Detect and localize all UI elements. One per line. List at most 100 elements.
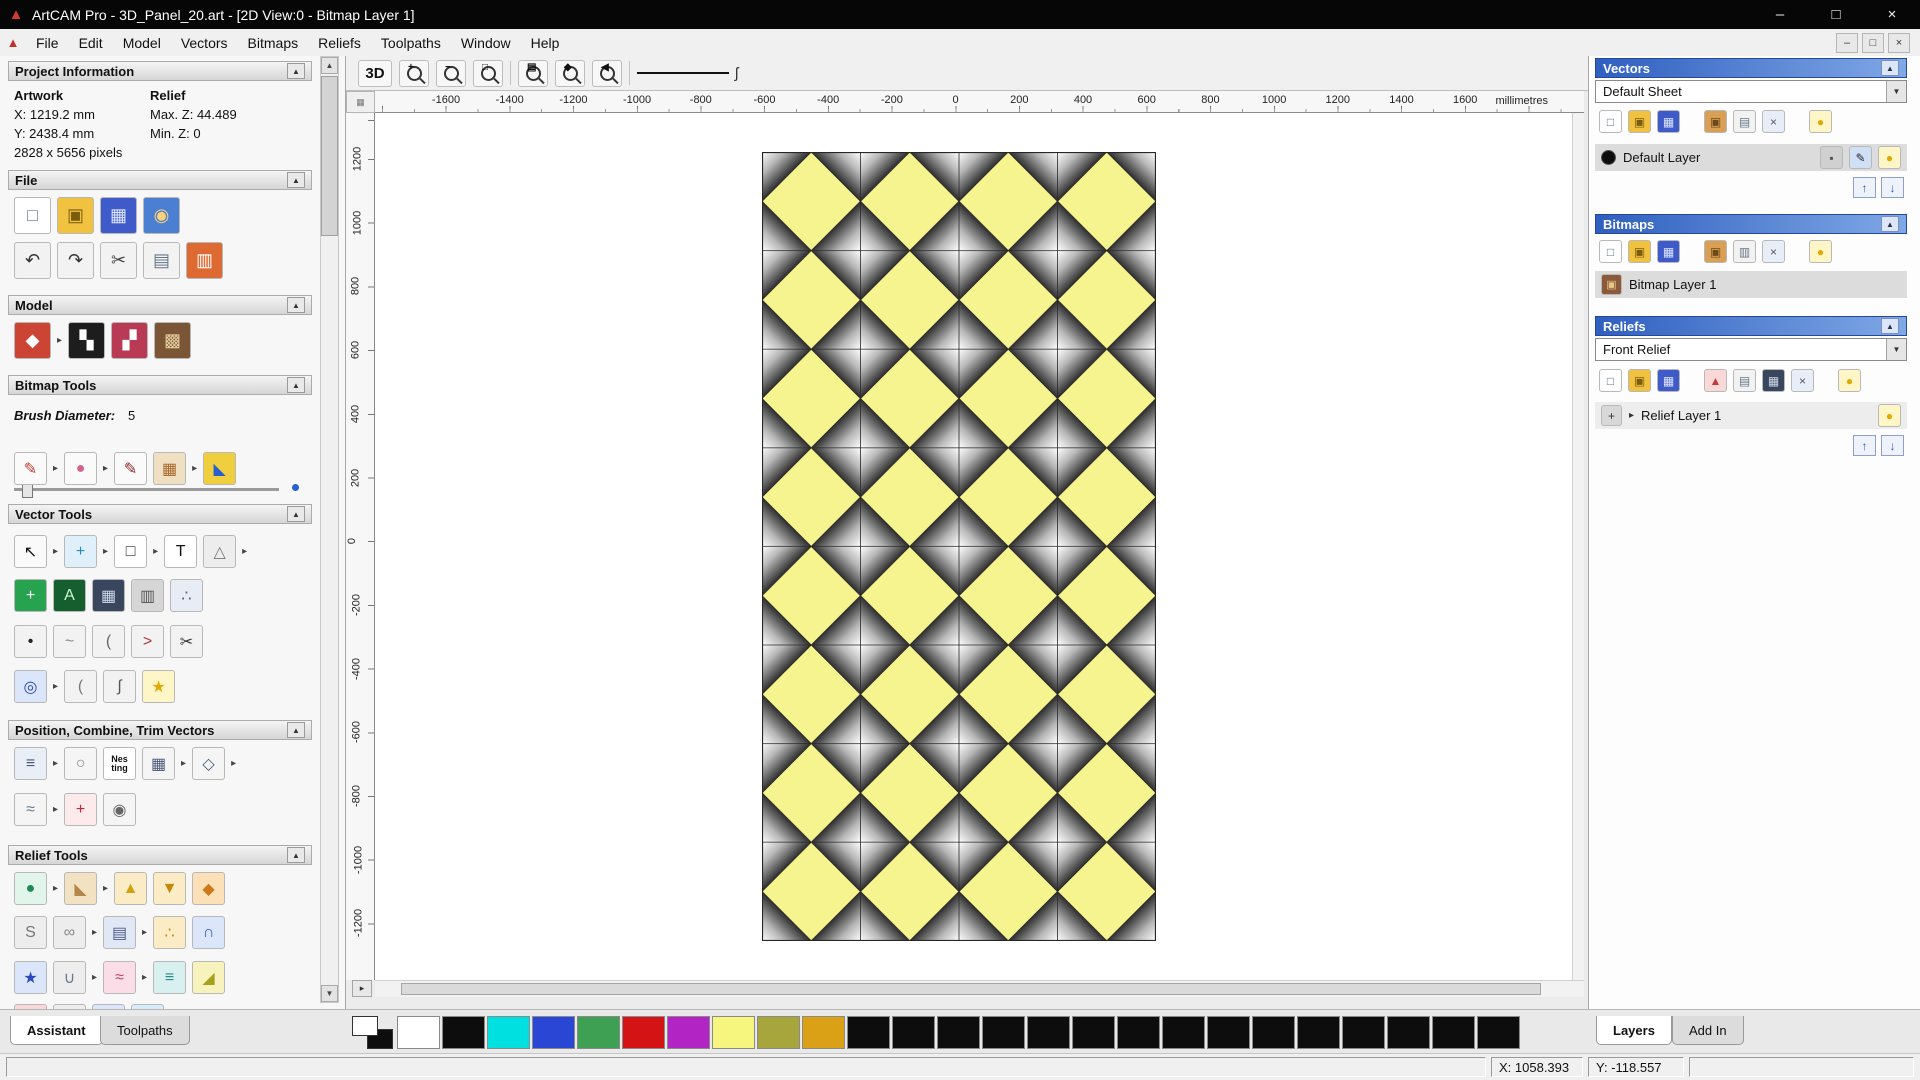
zoom-out-button[interactable]: − [436, 59, 466, 87]
collapse-button[interactable]: ▲ [287, 847, 305, 863]
fit-arc-icon[interactable]: ( [92, 625, 125, 658]
collapse-button[interactable]: ▲ [287, 297, 305, 313]
child-minimize-button[interactable]: – [1836, 32, 1858, 53]
zoom-page-button[interactable]: ▤ [518, 59, 548, 87]
scroll-up-button[interactable]: ▲ [321, 57, 338, 74]
toggle-all-bitmaps-icon[interactable]: ● [1809, 240, 1832, 263]
bitmap-layer-row[interactable]: ▣ Bitmap Layer 1 [1595, 271, 1907, 298]
colour-swatch-14[interactable] [982, 1015, 1025, 1049]
flyout-arrow-icon[interactable]: ▸ [153, 546, 158, 557]
create-section-icon[interactable]: ∫ [103, 670, 137, 703]
block-copy-icon[interactable]: ▦ [142, 747, 176, 780]
zoom-previous-button[interactable]: ◀ [592, 59, 622, 87]
node-editing-icon[interactable]: • [14, 625, 47, 658]
guidelines-icon[interactable]: ▥ [131, 579, 164, 612]
open-vectors-icon[interactable]: ▣ [1628, 110, 1651, 133]
copy-rotate-icon[interactable]: ◇ [192, 747, 226, 780]
flyout-arrow-icon[interactable]: ▸ [53, 463, 58, 474]
layer-visibility-icon[interactable]: ● [1878, 146, 1901, 169]
canvas-2d-view[interactable] [375, 113, 1572, 980]
relief-layer-row[interactable]: + ▸ Relief Layer 1 ● [1595, 402, 1907, 429]
model-preview-icon[interactable]: ◉ [143, 197, 180, 234]
maximize-button[interactable]: □ [1808, 0, 1864, 29]
merge-bitmap-icon[interactable]: ▥ [1733, 240, 1756, 263]
two-rail-sweep-icon[interactable]: ≈ [103, 961, 137, 994]
texture-relief-icon[interactable]: ∴ [153, 916, 187, 949]
flyout-arrow-icon[interactable]: ▸ [231, 758, 236, 769]
paste-along-curve-icon[interactable]: ∴ [170, 579, 203, 612]
smooth-relief-icon[interactable]: ◣ [64, 872, 98, 905]
sculpt-icon[interactable]: S [14, 916, 47, 949]
flyout-arrow-icon[interactable]: ▸ [142, 972, 147, 983]
measure-tool-icon[interactable]: △ [203, 535, 237, 568]
colour-swatch-16[interactable] [1072, 1015, 1115, 1049]
child-restore-button[interactable]: □ [1862, 32, 1884, 53]
flyout-arrow-icon[interactable]: ▸ [192, 463, 197, 474]
layer-colour-swatch[interactable] [1601, 150, 1616, 165]
mirror-vectors-icon[interactable]: ≈ [14, 793, 47, 826]
colour-swatch-19[interactable] [1207, 1015, 1250, 1049]
constant-height-icon[interactable]: ∩ [192, 916, 226, 949]
import-vectors-icon[interactable]: ▣ [1704, 110, 1727, 133]
colour-swatch-5[interactable] [577, 1015, 620, 1049]
colour-swatch-8[interactable] [712, 1015, 755, 1049]
save-relief-icon[interactable]: ▦ [1657, 369, 1680, 392]
primary-secondary-swatch[interactable] [352, 1015, 395, 1049]
relief-grid-icon[interactable]: ▦ [1762, 369, 1785, 392]
delete-bitmap-layer-icon[interactable]: × [1762, 240, 1785, 263]
menu-window[interactable]: Window [451, 29, 521, 56]
menu-model[interactable]: Model [113, 29, 171, 56]
envelope-distort-icon[interactable]: ∪ [53, 961, 86, 994]
flyout-arrow-icon[interactable]: ▸ [103, 883, 108, 894]
flyout-arrow-icon[interactable]: ▸ [53, 681, 58, 692]
colour-swatch-24[interactable] [1432, 1015, 1475, 1049]
nesting-icon[interactable]: Nes ting [103, 747, 137, 780]
minimize-button[interactable]: – [1752, 0, 1808, 29]
create-star-icon[interactable]: ★ [142, 670, 176, 703]
flyout-arrow-icon[interactable]: ▸ [142, 927, 147, 938]
subtract-relief-icon[interactable]: ▼ [153, 872, 187, 905]
freehand-draw-icon[interactable]: > [131, 625, 164, 658]
emboss-relief-icon[interactable]: ▤ [103, 916, 137, 949]
line-width-widget[interactable]: ʃ [637, 61, 767, 86]
scroll-down-button[interactable]: ▼ [321, 985, 338, 1002]
colour-swatch-13[interactable] [937, 1015, 980, 1049]
colour-swatch-15[interactable] [1027, 1015, 1070, 1049]
artwork-panel[interactable] [761, 151, 1157, 942]
lock-layer-icon[interactable]: ▪ [1820, 146, 1843, 169]
zoom-objects-button[interactable]: ◆ [555, 59, 585, 87]
move-layer-down-button[interactable]: ↓ [1881, 177, 1904, 198]
flyout-arrow-icon[interactable]: ▸ [53, 758, 58, 769]
colour-swatch-20[interactable] [1252, 1015, 1295, 1049]
relief-dropdown[interactable]: Front Relief ▼ [1595, 338, 1907, 361]
invert-model-icon[interactable]: ▚ [68, 322, 106, 359]
undo-icon[interactable]: ↶ [14, 242, 51, 279]
colour-swatch-10[interactable] [802, 1015, 845, 1049]
flyout-arrow-icon[interactable]: ▸ [103, 463, 108, 474]
flyout-arrow-icon[interactable]: ▸ [92, 927, 97, 938]
save-model-icon[interactable]: ▦ [100, 197, 137, 234]
flyout-arrow-icon[interactable]: ▸ [53, 804, 58, 815]
tab-add-in[interactable]: Add In [1672, 1016, 1744, 1045]
flyout-arrow-icon[interactable]: ▸ [53, 546, 58, 557]
collapse-button[interactable]: ▲ [287, 506, 305, 522]
vector-doctor-icon[interactable]: + [64, 793, 98, 826]
colour-reduce-icon[interactable]: ▦ [153, 452, 187, 485]
colour-swatch-25[interactable] [1477, 1015, 1520, 1049]
collapse-button[interactable]: ▲ [287, 63, 305, 79]
move-layer-up-button[interactable]: ↑ [1853, 177, 1876, 198]
menu-toolpaths[interactable]: Toolpaths [371, 29, 451, 56]
new-relief-layer-icon[interactable]: □ [1599, 369, 1622, 392]
tab-toolpaths[interactable]: Toolpaths [100, 1016, 190, 1045]
menu-help[interactable]: Help [521, 29, 570, 56]
menu-reliefs[interactable]: Reliefs [308, 29, 371, 56]
cut-icon[interactable]: ✂ [100, 242, 137, 279]
new-bitmap-layer-icon[interactable]: □ [1599, 240, 1622, 263]
canvas-vertical-scrollbar[interactable] [1572, 113, 1584, 980]
duplicate-relief-icon[interactable]: ▤ [1733, 369, 1756, 392]
paint-selective-icon[interactable]: ● [64, 452, 98, 485]
sheet-dropdown[interactable]: Default Sheet ▼ [1595, 80, 1907, 103]
delete-relief-layer-icon[interactable]: × [1791, 369, 1814, 392]
brush-diameter-slider-track[interactable] [14, 488, 279, 491]
colour-swatch-22[interactable] [1342, 1015, 1385, 1049]
